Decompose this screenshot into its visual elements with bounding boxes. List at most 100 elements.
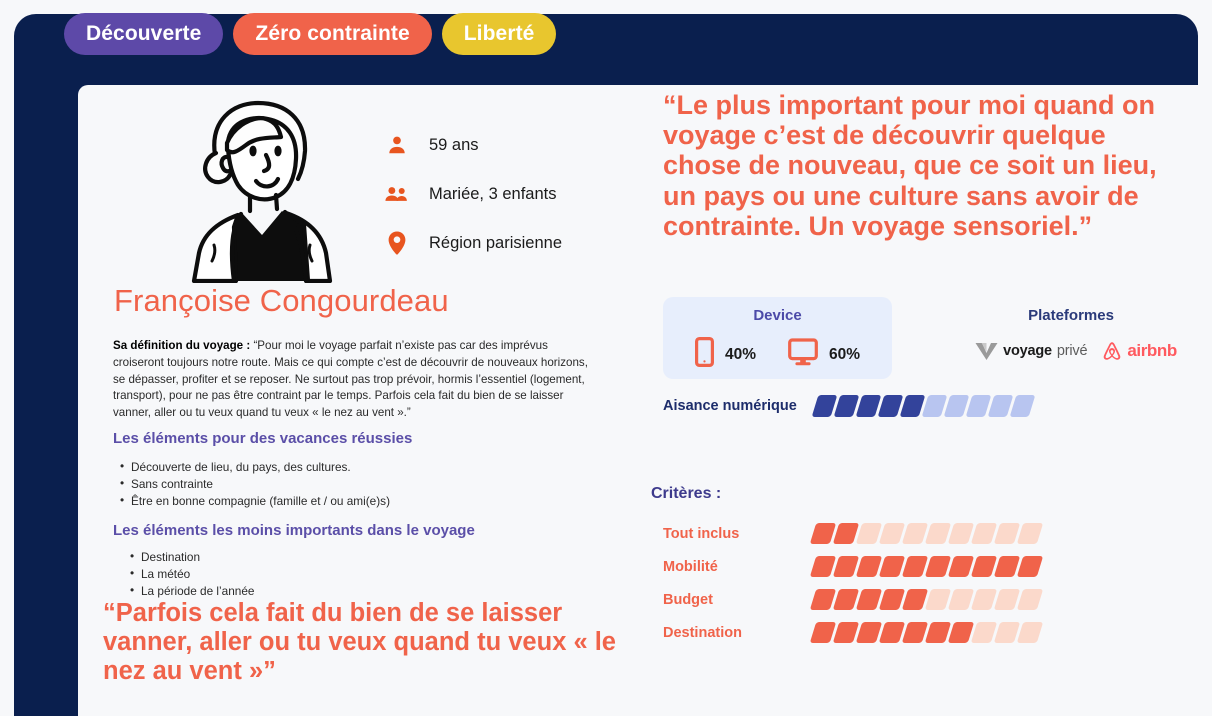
rating-segment-filled [855, 556, 883, 577]
persona-card-page: Découverte Zéro contrainte Liberté 59 an… [0, 0, 1212, 716]
list-item: La période de l’année [128, 582, 568, 600]
list-item: La météo [128, 565, 568, 583]
airbnb-text: airbnb [1127, 341, 1177, 360]
mobile-phone-icon [694, 337, 714, 372]
rating-segment-empty [924, 589, 952, 610]
device-mobile-stat: 40% [694, 337, 756, 372]
rating-segment-empty [970, 622, 998, 643]
device-percent: 40% [724, 345, 756, 363]
rating-segment-empty [1016, 589, 1044, 610]
rating-segment-filled [947, 556, 975, 577]
least-important-list: Destination La météo La période de l’ann… [128, 548, 568, 600]
platforms-logos: voyage privé airbnb [956, 340, 1196, 362]
rating-segment-filled [877, 395, 904, 417]
section-title-success: Les éléments pour des vacances réussies [113, 430, 413, 447]
rating-segment-empty [924, 523, 952, 544]
fact-location: Région parisienne [385, 231, 562, 255]
rating-segment-empty [987, 395, 1014, 417]
rating-segment-empty [878, 523, 906, 544]
airbnb-logo: airbnb [1101, 340, 1177, 362]
criteres-row: Destination [663, 616, 1083, 649]
persona-avatar-illustration [158, 93, 358, 283]
platforms-title: Plateformes [1028, 307, 1114, 324]
right-column: “Le plus important pour moi quand on voy… [638, 85, 1212, 716]
rating-segment-filled [901, 622, 929, 643]
desktop-monitor-icon [788, 337, 818, 372]
criteres-row: Budget [663, 583, 1083, 616]
criteres-rating-bars [809, 622, 1044, 643]
rating-segment-filled [970, 556, 998, 577]
tab-zero-contrainte[interactable]: Zéro contrainte [233, 13, 432, 55]
persona-quote-primary: “Le plus important pour moi quand on voy… [663, 90, 1157, 241]
rating-segment-filled [833, 395, 860, 417]
rating-segment-filled [1016, 556, 1044, 577]
list-item: Destination [128, 548, 568, 566]
criteres-row-label: Mobilité [663, 558, 718, 575]
rating-segment-empty [970, 589, 998, 610]
device-stats-row: 40% 60% [663, 337, 892, 372]
tab-bar: Découverte Zéro contrainte Liberté [64, 13, 557, 55]
rating-segment-empty [970, 523, 998, 544]
tab-label: Liberté [463, 22, 535, 45]
rating-segment-filled [924, 622, 952, 643]
rating-segment-empty [943, 395, 970, 417]
voyage-prive-text-light: privé [1056, 343, 1088, 359]
rating-segment-empty [855, 523, 883, 544]
rating-segment-filled [832, 589, 860, 610]
voyage-prive-text-bold: voyage [1003, 343, 1052, 359]
criteres-rating-bars [809, 523, 1044, 544]
digital-skill-row: Aisance numérique [663, 395, 1036, 417]
fact-age: 59 ans [385, 133, 562, 157]
list-item: Être en bonne compagnie (famille et / ou… [118, 492, 558, 510]
criteres-title: Critères : [651, 485, 722, 502]
rating-segment-empty [993, 523, 1021, 544]
tab-label: Découverte [86, 22, 202, 45]
device-panel-title: Device [753, 307, 802, 324]
rating-segment-filled [878, 556, 906, 577]
criteres-row: Mobilité [663, 550, 1083, 583]
rating-segment-filled [901, 589, 929, 610]
rating-segment-filled [809, 622, 837, 643]
digital-skill-label: Aisance numérique [663, 398, 797, 414]
criteres-row: Tout inclus [663, 517, 1083, 550]
list-item: Sans contrainte [118, 475, 558, 493]
rating-segment-filled [924, 556, 952, 577]
left-column: 59 ans Mariée, 3 enfants Région parisien… [78, 85, 638, 716]
rating-segment-empty [965, 395, 992, 417]
tab-liberte[interactable]: Liberté [441, 13, 557, 55]
digital-skill-rating-bars [811, 395, 1036, 417]
persona-facts: 59 ans Mariée, 3 enfants Région parisien… [385, 133, 562, 255]
criteres-list: Tout inclus Mobilité Budget Destination [663, 517, 1083, 649]
rating-segment-filled [832, 556, 860, 577]
fact-label: 59 ans [429, 135, 479, 154]
rating-segment-filled [993, 556, 1021, 577]
rating-segment-empty [947, 589, 975, 610]
list-item: Découverte de lieu, du pays, des culture… [118, 458, 558, 476]
rating-segment-filled [878, 622, 906, 643]
tab-decouverte[interactable]: Découverte [64, 13, 224, 55]
criteres-row-label: Destination [663, 624, 742, 641]
rating-segment-filled [855, 622, 883, 643]
person-icon [385, 133, 409, 157]
rating-segment-empty [1016, 523, 1044, 544]
device-panel: Device 40% 60% [663, 297, 892, 379]
people-icon [385, 182, 409, 206]
rating-segment-filled [947, 622, 975, 643]
rating-segment-filled [832, 523, 860, 544]
rating-segment-filled [878, 589, 906, 610]
rating-segment-filled [811, 395, 838, 417]
rating-segment-filled [855, 395, 882, 417]
rating-segment-filled [855, 589, 883, 610]
rating-segment-empty [901, 523, 929, 544]
criteres-row-label: Tout inclus [663, 525, 740, 542]
rating-segment-empty [921, 395, 948, 417]
tab-label: Zéro contrainte [255, 22, 410, 45]
criteres-rating-bars [809, 556, 1044, 577]
section-title-least-important: Les éléments les moins importants dans l… [113, 522, 475, 539]
rating-segment-filled [901, 556, 929, 577]
fact-family: Mariée, 3 enfants [385, 182, 562, 206]
success-factor-list: Découverte de lieu, du pays, des culture… [118, 458, 558, 510]
rating-segment-filled [832, 622, 860, 643]
rating-segment-empty [993, 589, 1021, 610]
definition-label: Sa définition du voyage : [113, 339, 251, 352]
